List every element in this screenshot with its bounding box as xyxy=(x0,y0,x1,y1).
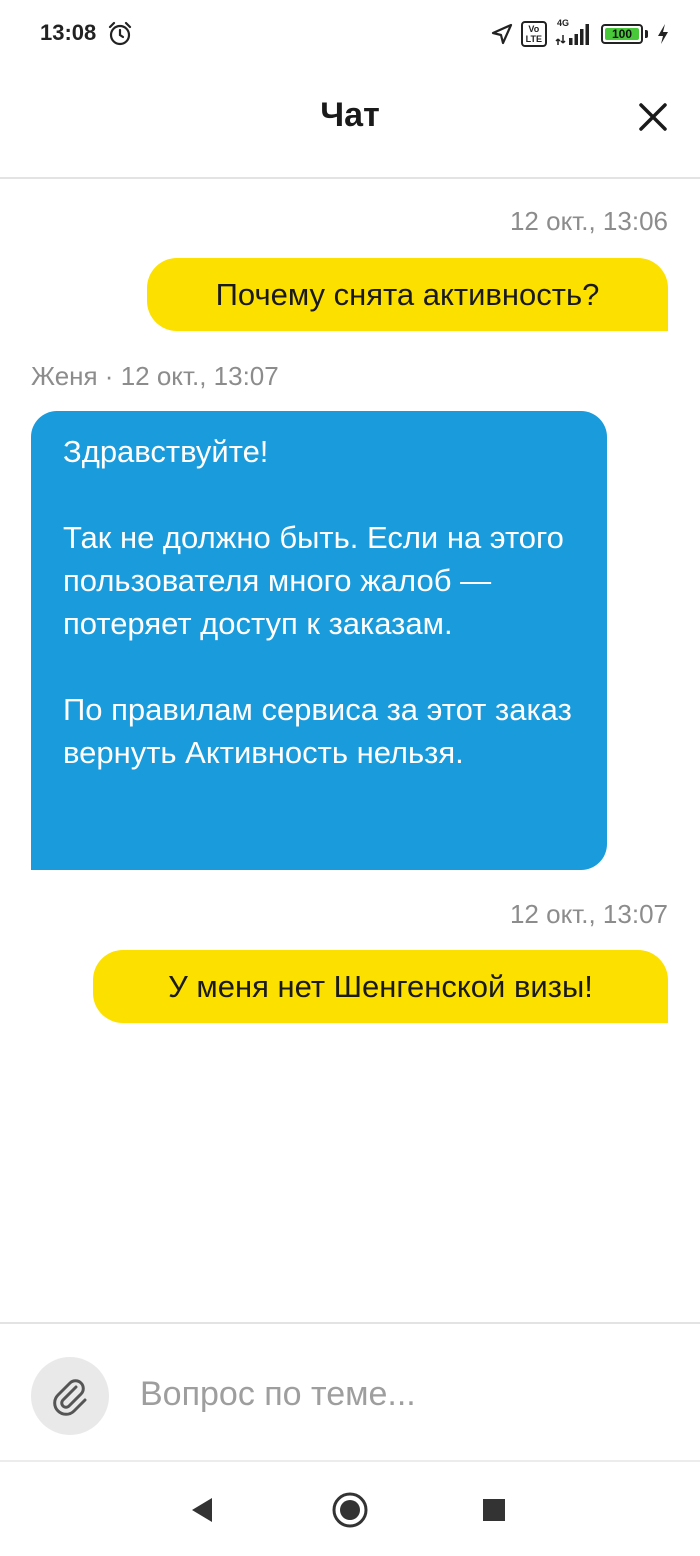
home-circle-icon xyxy=(332,1492,368,1528)
system-nav-bar xyxy=(0,1462,700,1556)
charging-icon xyxy=(658,24,668,44)
battery-icon: 100 xyxy=(601,24,643,44)
outgoing-message-bubble[interactable]: Почему снята активность? xyxy=(147,258,668,331)
page-title: Чат xyxy=(320,96,380,134)
status-time: 13:08 xyxy=(40,20,97,45)
back-triangle-icon xyxy=(192,1498,212,1522)
volte-icon: Vo LTE xyxy=(520,21,547,47)
alarm-icon xyxy=(108,21,132,46)
close-icon[interactable] xyxy=(630,94,676,140)
signal-icon: 4G xyxy=(555,18,593,47)
message-paragraph: Здравствуйте! xyxy=(63,434,269,469)
battery-level: 100 xyxy=(611,27,633,41)
attach-button[interactable] xyxy=(31,1357,109,1435)
message-composer xyxy=(0,1322,700,1462)
chat-header: Чат xyxy=(0,70,700,179)
nav-recents-button[interactable] xyxy=(474,1490,514,1530)
recents-square-icon xyxy=(483,1499,505,1521)
message-paragraph: По правилам сервиса за этот заказ вернут… xyxy=(63,692,572,770)
paperclip-icon xyxy=(53,1379,87,1416)
status-icons: Vo LTE 4G 100 xyxy=(491,18,670,50)
message-timestamp: 12 окт., 13:06 xyxy=(509,206,668,236)
message-text: Почему снята активность? xyxy=(215,276,600,312)
outgoing-message-bubble[interactable]: У меня нет Шенгенской визы! xyxy=(93,950,668,1023)
message-timestamp: 12 окт., 13:07 xyxy=(509,899,668,929)
battery-cap xyxy=(645,30,648,38)
message-author-line: Женя · 12 окт., 13:07 xyxy=(31,361,279,391)
nav-home-button[interactable] xyxy=(330,1490,370,1530)
message-input[interactable] xyxy=(140,1364,660,1424)
incoming-message-bubble[interactable]: Здравствуйте! Так не должно быть. Если н… xyxy=(31,411,607,870)
message-paragraph: Так не должно быть. Если на этого пользо… xyxy=(63,520,564,641)
nav-back-button[interactable] xyxy=(182,1490,222,1530)
message-text: У меня нет Шенгенской визы! xyxy=(168,968,593,1004)
status-bar: 13:08 Vo LTE 4G 100 xyxy=(0,0,700,70)
location-arrow-icon xyxy=(491,23,512,45)
